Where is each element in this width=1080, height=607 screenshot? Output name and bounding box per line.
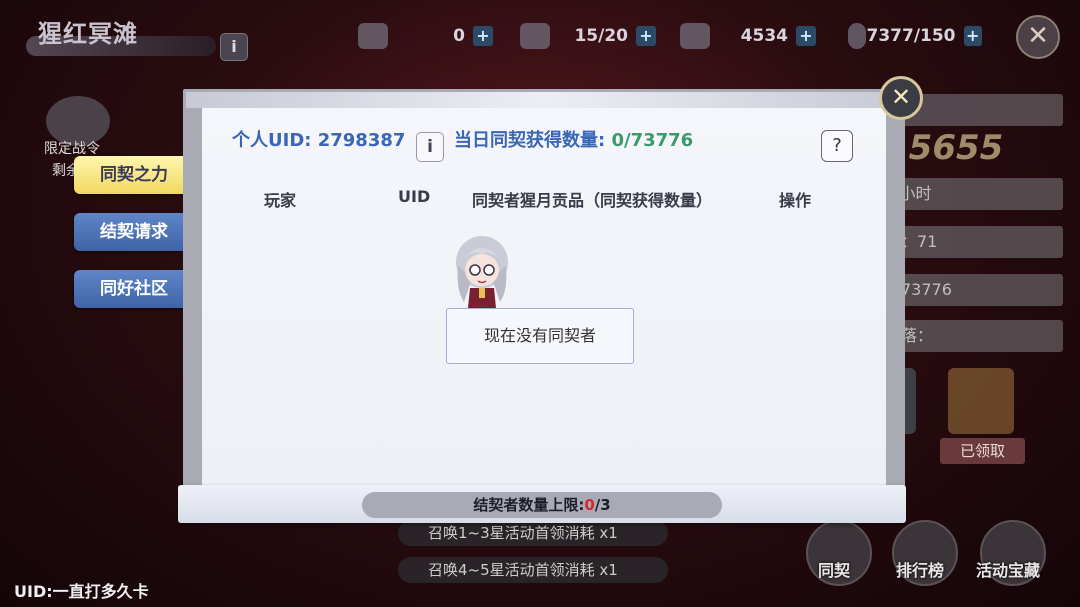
- pact-limit-max: /3: [594, 496, 611, 514]
- spoon-icon: [848, 23, 867, 49]
- footer-uid: UID:一直打多久卡: [14, 582, 149, 601]
- help-icon[interactable]: ?: [821, 130, 853, 162]
- ticket-icon: [358, 23, 388, 49]
- info-icon[interactable]: i: [220, 33, 248, 61]
- summon-cost-row: 召唤1~3星活动首领消耗 x1: [398, 520, 668, 546]
- battle-pass-label: 限定战令: [44, 141, 100, 157]
- column-uid: UID: [398, 187, 431, 206]
- pact-label: 同契: [818, 561, 851, 580]
- column-offerings: 同契者猩月贡品（同契获得数量）: [472, 191, 713, 210]
- tab-community[interactable]: 同好社区: [74, 270, 194, 308]
- claimed-badge: 已领取: [940, 438, 1025, 464]
- mascot-character: [456, 236, 508, 308]
- daily-pact-count: 当日同契获得数量: 0/73776: [454, 126, 693, 152]
- personal-uid: 个人UID: 2798387: [232, 130, 406, 151]
- dialog-top-strip: [186, 92, 902, 108]
- info-icon[interactable]: i: [416, 132, 444, 162]
- close-icon[interactable]: ✕: [879, 76, 923, 120]
- reward-icon[interactable]: [948, 368, 1014, 434]
- resource-value: 0: [453, 26, 465, 46]
- resource-scroll: 4534 +: [680, 22, 816, 50]
- tab-pact-power[interactable]: 同契之力: [74, 156, 194, 194]
- key-icon: [520, 23, 550, 49]
- daily-pact-count-value: 0/73776: [611, 130, 694, 151]
- tab-pact-request[interactable]: 结契请求: [74, 213, 194, 251]
- resource-value: 4534: [740, 26, 788, 46]
- pact-limit-current: 0: [584, 496, 595, 514]
- resource-key: 15/20 +: [520, 22, 656, 50]
- pact-limit: 结契者数量上限:0/3: [362, 492, 722, 518]
- pact-limit-label: 结契者数量上限:: [473, 496, 585, 514]
- add-spoon-button[interactable]: +: [963, 26, 982, 46]
- resource-value: 15/20: [574, 26, 628, 46]
- pact-dialog: [202, 108, 886, 488]
- column-action: 操作: [779, 191, 812, 210]
- close-icon[interactable]: ✕: [1016, 15, 1060, 59]
- treasure-label: 活动宝藏: [976, 561, 1041, 580]
- stage-title: 猩红冥滩: [38, 20, 138, 48]
- resource-value: 7377/150: [866, 26, 956, 46]
- resource-spoon: 7377/150 +: [848, 22, 982, 50]
- summon-cost-row: 召唤4~5星活动首领消耗 x1: [398, 557, 668, 583]
- add-ticket-button[interactable]: +: [473, 26, 493, 46]
- add-scroll-button[interactable]: +: [796, 26, 816, 46]
- daily-pact-count-label: 当日同契获得数量:: [454, 130, 612, 151]
- add-key-button[interactable]: +: [636, 26, 656, 46]
- ranking-label: 排行榜: [896, 561, 945, 580]
- empty-message: 现在没有同契者: [446, 308, 634, 364]
- resource-ticket: 0 +: [358, 22, 493, 50]
- scroll-icon: [680, 23, 710, 49]
- column-player: 玩家: [264, 191, 297, 210]
